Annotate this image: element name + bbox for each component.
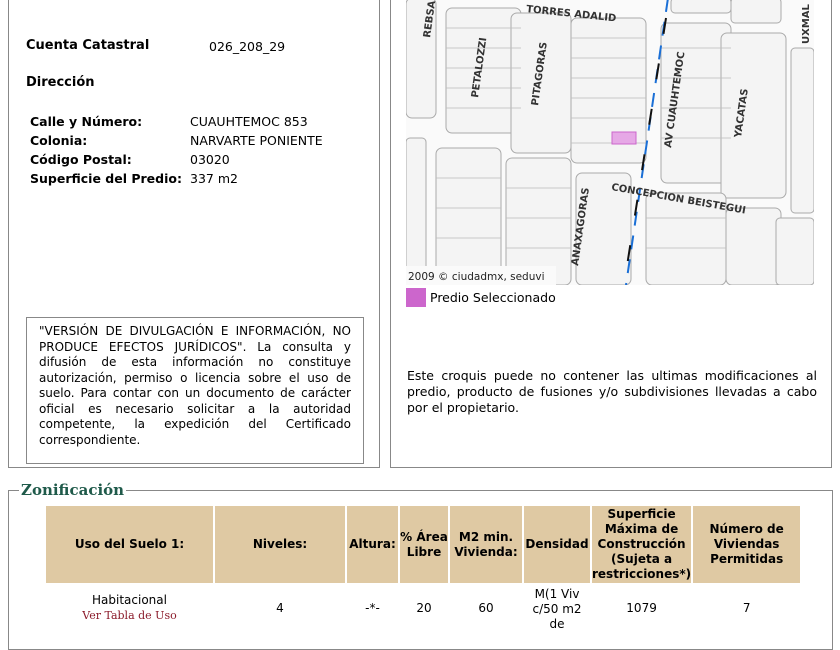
viviendas-value: 7 [742,600,751,615]
cuenta-value: 026_208_29 [209,39,286,54]
address-key: Colonia: [30,133,88,148]
map-panel: TORRES ADALID REBSA PETALOZZI PITAGORAS … [390,0,832,468]
map-legend: Predio Seleccionado [406,288,556,307]
ver-tabla-link[interactable]: Ver Tabla de Uso [82,609,176,622]
legend-label: Predio Seleccionado [430,290,556,305]
address-value: CUAUHTEMOC 853 [190,114,308,129]
area-libre-value: 20 [416,600,432,615]
densidad-value: M(1 Viv c/50 m2 de [532,587,582,631]
street-label-uxmal: UXMAL [801,3,812,44]
map-svg: TORRES ADALID REBSA PETALOZZI PITAGORAS … [406,0,814,285]
address-key: Calle y Número: [30,114,143,129]
header-superficie: Superficie Máxima de Construcción (Sujet… [592,506,692,583]
header-niveles: Niveles: [215,506,345,583]
address-key: Superficie del Predio: [30,171,182,186]
superficie-value: 1079 [626,600,657,615]
header-viviendas: Número de Viviendas Permitidas [693,506,801,583]
address-table: Calle y Número: CUAUHTEMOC 853 Colonia: NA… [28,111,325,189]
zonificacion-title: Zonificación [19,481,127,499]
header-densidad: Densidad [524,506,590,583]
address-value: 03020 [190,152,230,167]
map-credit: 2009 © ciudadmx, seduvi [408,271,545,283]
niveles-value: 4 [276,600,284,615]
uso-value: Habitacional [92,593,167,607]
parcel-map[interactable]: TORRES ADALID REBSA PETALOZZI PITAGORAS … [406,0,814,285]
zonificacion-section: Zonificación Uso del Suelo 1: Niveles: A… [8,481,833,650]
header-m2-vivienda: M2 min. Vivienda: [450,506,522,583]
predio-info-panel: Cuenta Catastral 026_208_29 Dirección Ca… [8,0,380,468]
address-key: Código Postal: [30,152,132,167]
address-value: 337 m2 [190,171,238,186]
selected-parcel[interactable] [611,131,637,145]
selected-parcel-swatch [406,288,426,307]
blocks [406,0,814,285]
header-area-libre: % Área Libre [400,506,448,583]
header-altura: Altura: [347,506,398,583]
address-value: NARVARTE PONIENTE [190,133,323,148]
table-row: Habitacional Ver Tabla de Uso 4 -*- 20 60… [46,583,800,633]
direccion-label: Dirección [26,75,95,90]
zonificacion-table: Uso del Suelo 1: Niveles: Altura: % Área… [44,506,802,633]
map-note: Este croquis puede no contener las ultim… [407,368,817,415]
header-uso: Uso del Suelo 1: [46,506,213,583]
altura-value: -*- [365,600,380,615]
cuenta-label: Cuenta Catastral [26,38,150,53]
m2-value: 60 [478,600,494,615]
disclaimer: "VERSIÓN DE DIVULGACIÓN E INFORMACIÓN, N… [26,317,364,464]
